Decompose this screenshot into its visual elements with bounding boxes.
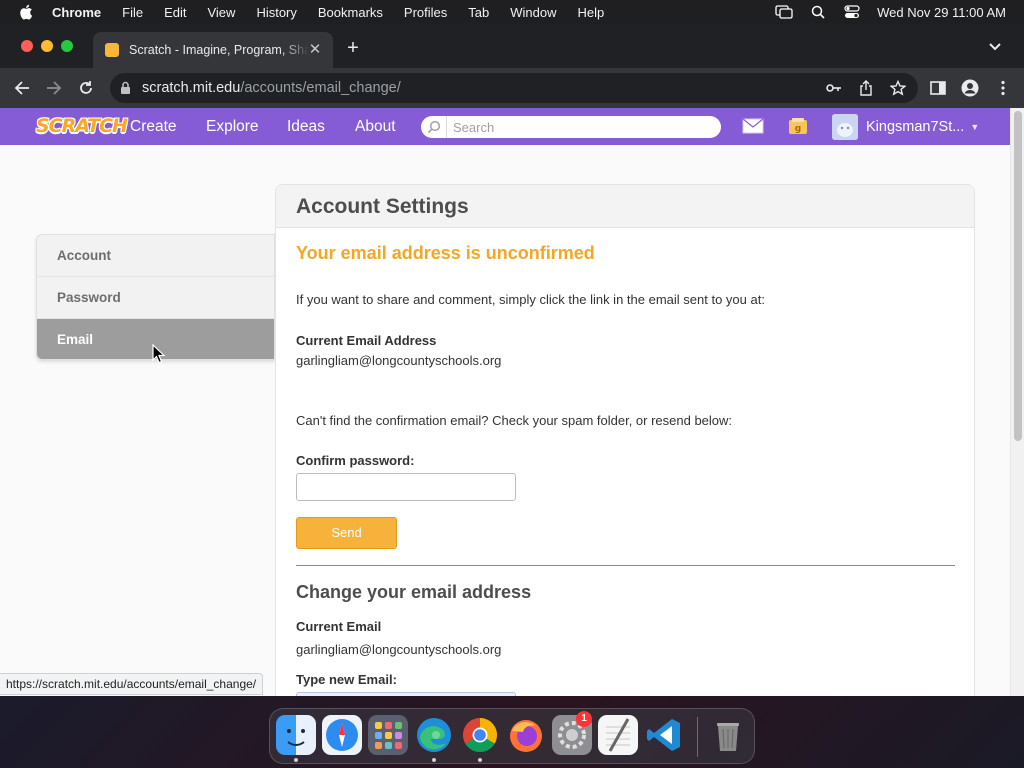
profile-menu[interactable]: Kingsman7St... ▼: [832, 113, 979, 141]
current-email-address: garlingliam@longcountyschools.org: [296, 353, 502, 368]
tab-search-icon[interactable]: [988, 40, 1002, 54]
unconfirmed-heading: Your email address is unconfirmed: [296, 243, 595, 263]
minimize-window-button[interactable]: [41, 40, 53, 52]
edge-icon[interactable]: [414, 715, 454, 755]
current-email-address-label: Current Email Address: [296, 333, 437, 348]
search-icon: [421, 116, 447, 138]
new-tab-button[interactable]: +: [343, 38, 363, 58]
menu-window[interactable]: Window: [510, 5, 556, 20]
tab-strip: Scratch - Imagine, Program, Share ✕ +: [0, 24, 1024, 68]
username: Kingsman7St...: [866, 119, 965, 135]
vscode-icon[interactable]: [644, 715, 684, 755]
menu-tab[interactable]: Tab: [468, 5, 489, 20]
menu-history[interactable]: History: [256, 5, 296, 20]
nav-about[interactable]: About: [355, 108, 396, 145]
my-stuff-icon[interactable]: g: [787, 117, 809, 135]
password-key-icon[interactable]: [826, 80, 842, 96]
chrome-icon[interactable]: [460, 715, 500, 755]
url-text[interactable]: scratch.mit.edu/accounts/email_change/: [142, 80, 401, 96]
url-host: scratch.mit.edu: [142, 80, 241, 96]
browser-window: Scratch - Imagine, Program, Share ✕ + sc…: [0, 24, 1024, 696]
trash-icon[interactable]: [708, 715, 748, 755]
menu-profiles[interactable]: Profiles: [404, 5, 447, 20]
nav-create[interactable]: Create: [130, 108, 177, 145]
share-instructions: If you want to share and comment, simply…: [296, 292, 765, 307]
finder-icon[interactable]: [276, 715, 316, 755]
svg-text:g: g: [795, 124, 801, 134]
mouse-cursor-icon: [152, 344, 166, 364]
lock-icon[interactable]: [120, 81, 132, 95]
menu-edit[interactable]: Edit: [164, 5, 186, 20]
safari-icon[interactable]: [322, 715, 362, 755]
current-email-value: garlingliam@longcountyschools.org: [296, 642, 502, 657]
spotlight-search-icon[interactable]: [809, 5, 827, 19]
new-email-label: Type new Email:: [296, 672, 397, 687]
settings-sidebar: Account Password Email: [36, 234, 275, 360]
resend-instructions: Can't find the confirmation email? Check…: [296, 413, 733, 428]
bookmark-star-icon[interactable]: [890, 80, 906, 96]
address-bar[interactable]: scratch.mit.edu/accounts/email_change/: [110, 73, 918, 103]
tab-scratch[interactable]: Scratch - Imagine, Program, Share ✕: [93, 32, 333, 68]
confirm-password-label: Confirm password:: [296, 453, 415, 468]
nav-explore[interactable]: Explore: [206, 108, 259, 145]
side-panel-icon[interactable]: [929, 78, 947, 98]
confirm-password-input[interactable]: [296, 473, 516, 501]
firefox-icon[interactable]: [506, 715, 546, 755]
chevron-down-icon: ▼: [970, 122, 980, 132]
profile-icon[interactable]: [961, 78, 979, 98]
scrollbar-thumb[interactable]: [1014, 111, 1022, 441]
apple-menu-icon[interactable]: [18, 4, 34, 20]
macos-dock: 1: [269, 708, 755, 764]
scratch-navbar: SCRATCH Create Explore Ideas About g: [0, 108, 1010, 145]
search-input[interactable]: [447, 119, 707, 135]
send-button[interactable]: Send: [296, 517, 397, 549]
screen-mirroring-icon[interactable]: [775, 5, 793, 19]
menu-help[interactable]: Help: [578, 5, 605, 20]
scratch-favicon-icon: [105, 43, 119, 57]
current-email-label: Current Email: [296, 619, 382, 634]
settings-panel: Account Settings Your email address is u…: [275, 184, 975, 696]
reload-icon[interactable]: [76, 78, 96, 98]
textedit-icon[interactable]: [598, 715, 638, 755]
share-icon[interactable]: [858, 80, 874, 96]
settings-badge: 1: [576, 711, 592, 727]
menu-file[interactable]: File: [122, 5, 143, 20]
macos-menu-bar: Chrome File Edit View History Bookmarks …: [0, 0, 1024, 24]
back-icon[interactable]: [12, 78, 32, 98]
close-tab-icon[interactable]: ✕: [307, 42, 323, 58]
browser-toolbar: scratch.mit.edu/accounts/email_change/: [0, 68, 1024, 108]
menu-view[interactable]: View: [207, 5, 235, 20]
finder-running-dot: [294, 758, 298, 762]
sidebar-item-password[interactable]: Password: [37, 277, 274, 319]
url-path: /accounts/email_change/: [240, 80, 401, 96]
change-email-heading: Change your email address: [296, 582, 532, 602]
page-viewport: SCRATCH Create Explore Ideas About g: [0, 108, 1024, 696]
status-url: https://scratch.mit.edu/accounts/email_c…: [0, 673, 264, 695]
avatar: [832, 114, 858, 140]
section-divider: [296, 565, 955, 566]
scratch-logo[interactable]: SCRATCH: [36, 113, 128, 139]
edge-running-dot: [432, 758, 436, 762]
sidebar-item-account[interactable]: Account: [37, 235, 274, 277]
tab-title: Scratch - Imagine, Program, Share: [129, 43, 309, 57]
menu-bookmarks[interactable]: Bookmarks: [318, 5, 383, 20]
menu-clock[interactable]: Wed Nov 29 11:00 AM: [877, 5, 1006, 20]
close-window-button[interactable]: [21, 40, 33, 52]
menu-app-name[interactable]: Chrome: [52, 5, 101, 20]
control-center-icon[interactable]: [843, 5, 861, 19]
launchpad-icon[interactable]: [368, 715, 408, 755]
chrome-running-dot: [478, 758, 482, 762]
page-scrollbar[interactable]: [1010, 108, 1024, 696]
page-title: Account Settings: [276, 185, 974, 228]
nav-ideas[interactable]: Ideas: [287, 108, 325, 145]
zoom-window-button[interactable]: [61, 40, 73, 52]
forward-icon[interactable]: [44, 78, 64, 98]
scratch-search[interactable]: [421, 116, 721, 138]
new-email-input[interactable]: [296, 692, 516, 696]
dock-separator: [697, 717, 698, 757]
messages-icon[interactable]: [742, 117, 764, 135]
chrome-menu-icon[interactable]: [994, 78, 1012, 98]
